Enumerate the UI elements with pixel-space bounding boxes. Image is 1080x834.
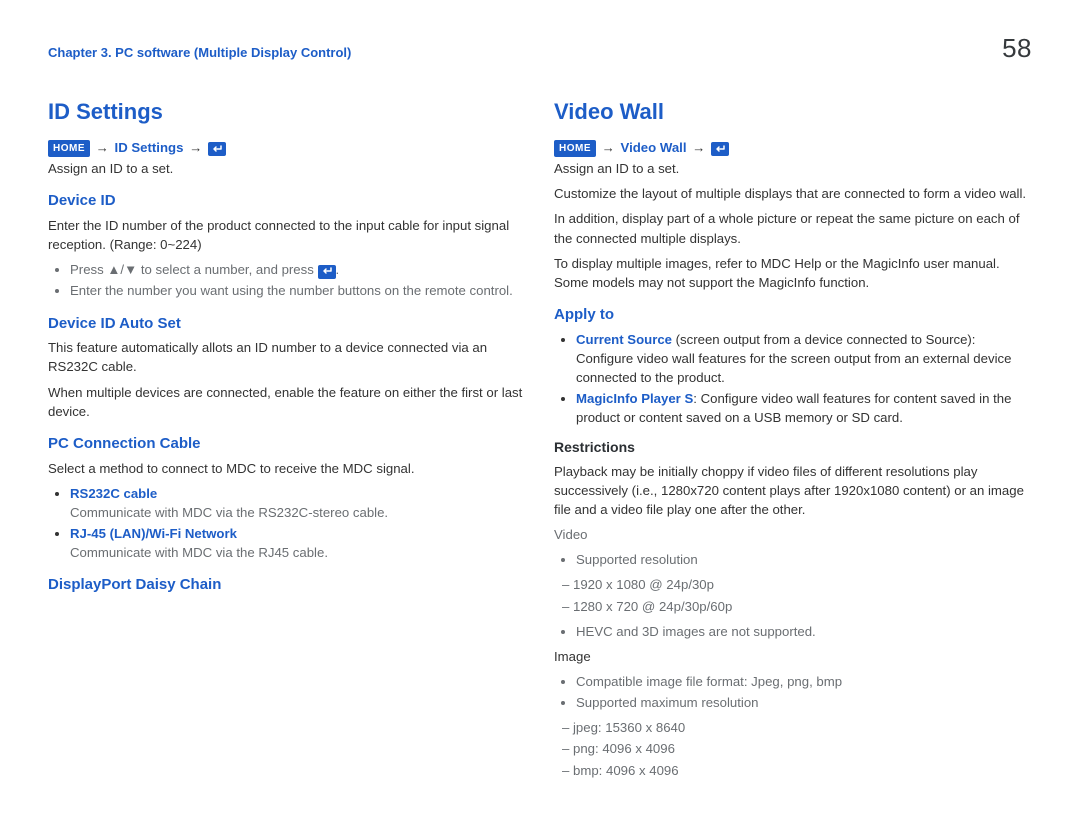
video-label: Video xyxy=(554,525,1032,544)
image-label: Image xyxy=(554,647,1032,666)
image-res-jpeg: jpeg: 15360 x 8640 xyxy=(576,718,1032,737)
image-max-res: Supported maximum resolution xyxy=(576,693,1032,712)
device-id-bullet-2: Enter the number you want using the numb… xyxy=(70,281,526,300)
autoset-p1: This feature automatically allots an ID … xyxy=(48,338,526,376)
rj45-key-1: RJ-45 (LAN) xyxy=(70,526,145,541)
id-settings-intro: Assign an ID to a set. xyxy=(48,159,526,178)
image-format: Compatible image file format: Jpeg, png,… xyxy=(576,672,1032,691)
video-wall-p4: To display multiple images, refer to MDC… xyxy=(554,254,1032,292)
current-source-key: Current Source xyxy=(576,332,672,347)
rj45-key-2: Wi-Fi Network xyxy=(149,526,237,541)
apply-to-item-current-source: Current Source (screen output from a dev… xyxy=(576,330,1032,387)
apply-to-item-magicinfo: MagicInfo Player S: Configure video wall… xyxy=(576,389,1032,427)
enter-key-icon xyxy=(711,142,729,156)
video-wall-p1: Assign an ID to a set. xyxy=(554,159,1032,178)
cable-intro: Select a method to connect to MDC to rec… xyxy=(48,459,526,478)
device-id-body: Enter the ID number of the product conne… xyxy=(48,216,526,254)
device-id-heading: Device ID xyxy=(48,190,526,212)
restrictions-body: Playback may be initially choppy if vide… xyxy=(554,462,1032,519)
rj45-desc: Communicate with MDC via the RJ45 cable. xyxy=(70,545,328,560)
video-res-1: 1920 x 1080 @ 24p/30p xyxy=(576,575,1032,594)
chapter-title: Chapter 3. PC software (Multiple Display… xyxy=(48,44,351,63)
crumb-video-wall: Video Wall xyxy=(621,140,687,155)
arrow-icon: → xyxy=(187,140,204,155)
video-hevc-note: HEVC and 3D images are not supported. xyxy=(576,622,1032,641)
device-id-bullet-1: Press ▲/▼ to select a number, and press … xyxy=(70,260,526,279)
magicinfo-key: MagicInfo Player S xyxy=(576,391,693,406)
restrictions-heading: Restrictions xyxy=(554,437,1032,457)
image-res-png: png: 4096 x 4096 xyxy=(576,739,1032,758)
arrow-icon: → xyxy=(94,140,111,155)
video-supported-resolution: Supported resolution xyxy=(576,550,1032,569)
video-res-2: 1280 x 720 @ 24p/30p/60p xyxy=(576,597,1032,616)
enter-key-icon xyxy=(208,142,226,156)
device-id-autoset-heading: Device ID Auto Set xyxy=(48,313,526,335)
enter-key-icon xyxy=(318,265,336,279)
rs232c-desc: Communicate with MDC via the RS232C-ster… xyxy=(70,505,388,520)
video-wall-p3: In addition, display part of a whole pic… xyxy=(554,209,1032,247)
id-settings-breadcrumb: HOME → ID Settings → xyxy=(48,138,526,158)
rs232c-key: RS232C cable xyxy=(70,486,157,501)
displayport-daisy-chain-heading: DisplayPort Daisy Chain xyxy=(48,574,526,596)
home-chip: HOME xyxy=(48,140,90,158)
cable-item-rj45: RJ-45 (LAN)/Wi-Fi Network Communicate wi… xyxy=(70,524,526,562)
video-wall-heading: Video Wall xyxy=(554,96,1032,128)
id-settings-heading: ID Settings xyxy=(48,96,526,128)
crumb-id-settings: ID Settings xyxy=(115,140,184,155)
video-wall-p2: Customize the layout of multiple display… xyxy=(554,184,1032,203)
apply-to-heading: Apply to xyxy=(554,304,1032,326)
autoset-p2: When multiple devices are connected, ena… xyxy=(48,383,526,421)
home-chip: HOME xyxy=(554,140,596,158)
right-column: Video Wall HOME → Video Wall → Assign an… xyxy=(554,96,1032,786)
arrow-icon: → xyxy=(600,140,617,155)
image-res-bmp: bmp: 4096 x 4096 xyxy=(576,761,1032,780)
left-column: ID Settings HOME → ID Settings → Assign … xyxy=(48,96,526,786)
arrow-icon: → xyxy=(690,140,707,155)
page-number: 58 xyxy=(1002,30,1032,68)
cable-item-rs232c: RS232C cable Communicate with MDC via th… xyxy=(70,484,526,522)
video-wall-breadcrumb: HOME → Video Wall → xyxy=(554,138,1032,158)
pc-connection-cable-heading: PC Connection Cable xyxy=(48,433,526,455)
